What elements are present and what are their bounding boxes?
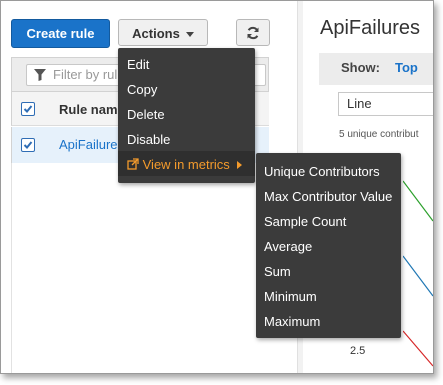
contributors-text: 5 unique contribut	[339, 129, 419, 140]
chart-type-select[interactable]: Line	[338, 92, 433, 116]
show-label: Show:	[341, 60, 380, 75]
check-icon	[23, 105, 33, 113]
actions-label: Actions	[132, 26, 180, 41]
menu-item-copy[interactable]: Copy	[127, 82, 157, 97]
table-border	[11, 163, 12, 373]
panel-title: ApiFailures	[320, 17, 421, 39]
select-all-checkbox[interactable]	[21, 102, 35, 116]
chart-lines	[403, 180, 433, 367]
column-header-rule-name[interactable]: Rule nam	[59, 102, 118, 117]
submenu-item-unique-contributors[interactable]: Unique Contributors	[264, 164, 380, 179]
menu-item-delete[interactable]: Delete	[127, 107, 165, 122]
menu-item-view-in-metrics[interactable]: View in metrics	[127, 157, 243, 172]
view-in-metrics-label: View in metrics	[142, 157, 230, 172]
menu-item-edit[interactable]: Edit	[127, 57, 149, 72]
actions-menu: Edit Copy Delete Disable View in metrics	[118, 48, 255, 183]
show-top-link[interactable]: Top	[395, 60, 418, 75]
submenu-item-minimum[interactable]: Minimum	[264, 289, 317, 304]
submenu-item-average[interactable]: Average	[264, 239, 312, 254]
caret-right-icon	[237, 161, 243, 169]
external-link-icon	[127, 158, 139, 170]
caret-down-icon	[185, 32, 194, 38]
filter-icon	[34, 69, 46, 81]
metrics-submenu: Unique Contributors Max Contributor Valu…	[256, 153, 401, 338]
submenu-item-max-contributor-value[interactable]: Max Contributor Value	[264, 189, 392, 204]
row-checkbox[interactable]	[21, 138, 35, 152]
menu-item-disable[interactable]: Disable	[127, 132, 170, 147]
submenu-item-maximum[interactable]: Maximum	[264, 314, 320, 329]
create-rule-button[interactable]: Create rule	[11, 19, 110, 48]
check-icon	[23, 141, 33, 149]
submenu-item-sum[interactable]: Sum	[264, 264, 291, 279]
rule-name-link[interactable]: ApiFailures	[59, 137, 124, 152]
actions-button[interactable]: Actions	[118, 19, 208, 46]
submenu-item-sample-count[interactable]: Sample Count	[264, 214, 346, 229]
refresh-button[interactable]	[236, 19, 270, 46]
screenshot-frame: Create rule Actions Filter by rul Rule n…	[0, 0, 434, 374]
axis-value: 2.5	[350, 345, 366, 357]
refresh-icon	[247, 26, 259, 39]
